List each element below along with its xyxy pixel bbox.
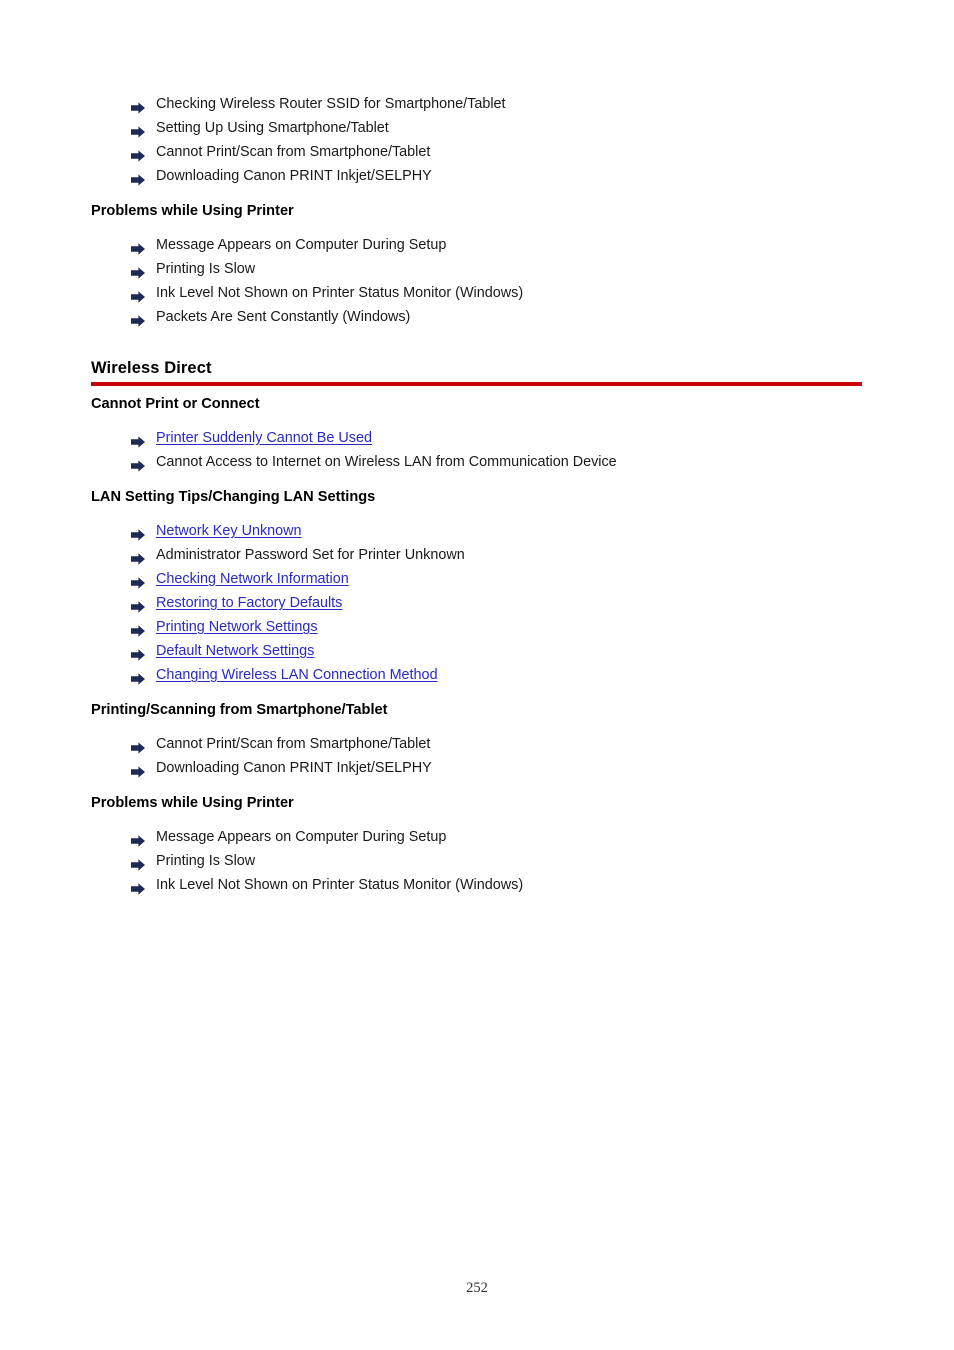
list-item-link[interactable]: Checking Network Information xyxy=(156,571,349,587)
document-page: Checking Wireless Router SSID for Smartp… xyxy=(0,0,954,1350)
arrow-bullet-icon xyxy=(131,525,145,541)
arrow-bullet-icon xyxy=(131,432,145,448)
list-item: Downloading Canon PRINT Inkjet/SELPHY xyxy=(91,756,863,780)
arrow-bullet-icon xyxy=(131,597,145,613)
list-lan-setting-tips: Network Key Unknown Administrator Passwor… xyxy=(91,519,863,687)
arrow-bullet-icon xyxy=(131,98,145,114)
list-printing-scanning-from-smartphone-tablet: Cannot Print/Scan from Smartphone/Tablet… xyxy=(91,732,863,780)
list-item[interactable]: Checking Network Information xyxy=(91,567,863,591)
list-item-label: Ink Level Not Shown on Printer Status Mo… xyxy=(156,877,524,893)
list-problems-while-using-printer-bottom: Message Appears on Computer During Setup… xyxy=(91,825,863,897)
list-item-label: Cannot Print/Scan from Smartphone/Tablet xyxy=(156,144,431,160)
list-item: Printing Is Slow xyxy=(91,849,863,873)
list-item-label: Checking Wireless Router SSID for Smartp… xyxy=(156,96,506,112)
list-item[interactable]: Network Key Unknown xyxy=(91,519,863,543)
list-item-label: Printing Is Slow xyxy=(156,261,256,277)
list-item-label: Packets Are Sent Constantly (Windows) xyxy=(156,309,411,325)
list-item: Message Appears on Computer During Setup xyxy=(91,825,863,849)
arrow-bullet-icon xyxy=(131,645,145,661)
list-item-label: Message Appears on Computer During Setup xyxy=(156,237,447,253)
list-item-label: Cannot Access to Internet on Wireless LA… xyxy=(156,454,617,470)
arrow-bullet-icon xyxy=(131,549,145,565)
list-item: Cannot Print/Scan from Smartphone/Tablet xyxy=(91,140,863,164)
list-item[interactable]: Restoring to Factory Defaults xyxy=(91,591,863,615)
page-number: 252 xyxy=(466,1280,488,1296)
arrow-bullet-icon xyxy=(131,287,145,303)
arrow-bullet-icon xyxy=(131,573,145,589)
heading-problems-while-using-printer-top: Problems while Using Printer xyxy=(91,203,294,219)
list-item-link[interactable]: Changing Wireless LAN Connection Method xyxy=(156,667,438,683)
heading-cannot-print-or-connect: Cannot Print or Connect xyxy=(91,396,260,412)
top-continuation-list: Checking Wireless Router SSID for Smartp… xyxy=(91,92,863,188)
arrow-bullet-icon xyxy=(131,621,145,637)
list-item: Printing Is Slow xyxy=(91,257,863,281)
list-problems-while-using-printer-top: Message Appears on Computer During Setup… xyxy=(91,233,863,329)
heading-problems-while-using-printer-bottom: Problems while Using Printer xyxy=(91,795,294,811)
arrow-bullet-icon xyxy=(131,831,145,847)
list-item[interactable]: Printing Network Settings xyxy=(91,615,863,639)
arrow-bullet-icon xyxy=(131,879,145,895)
arrow-bullet-icon xyxy=(131,456,145,472)
page-title-wireless-direct: Wireless Direct xyxy=(91,359,212,377)
arrow-bullet-icon xyxy=(131,146,145,162)
arrow-bullet-icon xyxy=(131,311,145,327)
list-item-link[interactable]: Default Network Settings xyxy=(156,643,314,659)
arrow-bullet-icon xyxy=(131,762,145,778)
list-item: Message Appears on Computer During Setup xyxy=(91,233,863,257)
list-item-link[interactable]: Network Key Unknown xyxy=(156,523,302,539)
list-item[interactable]: Default Network Settings xyxy=(91,639,863,663)
list-item: Downloading Canon PRINT Inkjet/SELPHY xyxy=(91,164,863,188)
arrow-bullet-icon xyxy=(131,170,145,186)
list-item: Cannot Access to Internet on Wireless LA… xyxy=(91,450,863,474)
heading-printing-scanning-from-smartphone-tablet: Printing/Scanning from Smartphone/Tablet xyxy=(91,702,388,718)
list-item-link[interactable]: Printing Network Settings xyxy=(156,619,318,635)
list-item: Checking Wireless Router SSID for Smartp… xyxy=(91,92,863,116)
list-item-label: Administrator Password Set for Printer U… xyxy=(156,547,465,563)
arrow-bullet-icon xyxy=(131,738,145,754)
list-item: Ink Level Not Shown on Printer Status Mo… xyxy=(91,281,863,305)
list-item[interactable]: Changing Wireless LAN Connection Method xyxy=(91,663,863,687)
list-item-link[interactable]: Printer Suddenly Cannot Be Used xyxy=(156,430,372,446)
list-item-label: Downloading Canon PRINT Inkjet/SELPHY xyxy=(156,168,432,184)
list-item-link[interactable]: Restoring to Factory Defaults xyxy=(156,595,342,611)
list-item-label: Downloading Canon PRINT Inkjet/SELPHY xyxy=(156,760,432,776)
list-item-label: Ink Level Not Shown on Printer Status Mo… xyxy=(156,285,524,301)
arrow-bullet-icon xyxy=(131,669,145,685)
list-item-label: Setting Up Using Smartphone/Tablet xyxy=(156,120,389,136)
list-item: Ink Level Not Shown on Printer Status Mo… xyxy=(91,873,863,897)
arrow-bullet-icon xyxy=(131,122,145,138)
list-item: Administrator Password Set for Printer U… xyxy=(91,543,863,567)
list-item: Setting Up Using Smartphone/Tablet xyxy=(91,116,863,140)
section-wireless-direct: Wireless Direct xyxy=(91,358,863,386)
list-item: Packets Are Sent Constantly (Windows) xyxy=(91,305,863,329)
list-item-label: Printing Is Slow xyxy=(156,853,256,869)
heading-lan-setting-tips: LAN Setting Tips/Changing LAN Settings xyxy=(91,489,376,505)
arrow-bullet-icon xyxy=(131,855,145,871)
list-item-label: Cannot Print/Scan from Smartphone/Tablet xyxy=(156,736,431,752)
arrow-bullet-icon xyxy=(131,239,145,255)
list-cannot-print-or-connect: Printer Suddenly Cannot Be Used Cannot Ac… xyxy=(91,426,863,474)
list-item: Cannot Print/Scan from Smartphone/Tablet xyxy=(91,732,863,756)
list-item-label: Message Appears on Computer During Setup xyxy=(156,829,447,845)
list-item[interactable]: Printer Suddenly Cannot Be Used xyxy=(91,426,863,450)
arrow-bullet-icon xyxy=(131,263,145,279)
